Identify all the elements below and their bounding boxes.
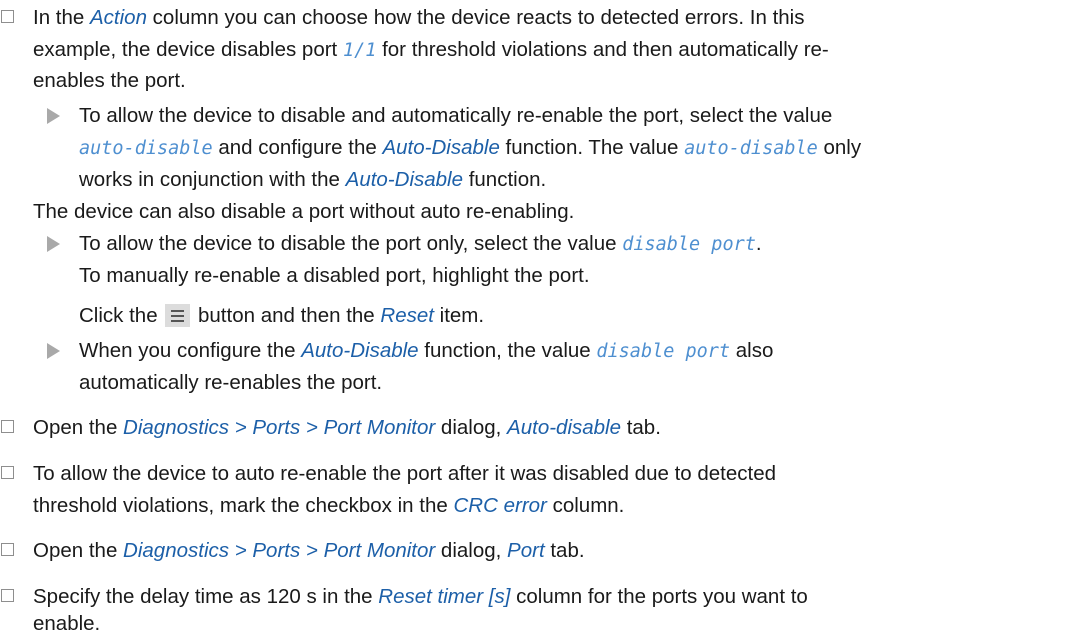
step3-line2: threshold violations, mark the checkbox … (33, 494, 625, 517)
hamburger-menu-icon (165, 304, 191, 327)
bullet3-line1: When you configure the Auto-Disable func… (79, 339, 774, 362)
bullet1-line2: auto-disable and configure the Auto-Disa… (79, 136, 862, 159)
step2-line: Open the Diagnostics > Ports > Port Moni… (33, 416, 661, 439)
bullet3-line2: automatically re-enables the port. (79, 371, 383, 394)
triangle-bullet-icon (47, 236, 60, 252)
checkbox-icon (1, 589, 14, 602)
step5-line2: enable. (33, 612, 101, 635)
note-line: The device can also disable a port witho… (33, 200, 575, 223)
triangle-bullet-icon (47, 343, 60, 359)
step1-line2: example, the device disables port 1/1 fo… (33, 38, 829, 61)
bullet2-line1: To allow the device to disable the port … (79, 232, 762, 255)
bullet1-line3: works in conjunction with the Auto-Disab… (79, 168, 547, 191)
triangle-bullet-icon (47, 108, 60, 124)
bullet2-line2: To manually re-enable a disabled port, h… (79, 264, 590, 287)
checkbox-icon (1, 420, 14, 433)
step1-line3: enables the port. (33, 69, 186, 92)
bullet2-line3: Click the button and then the Reset item… (79, 304, 485, 327)
checkbox-icon (1, 543, 14, 556)
bullet1-line1: To allow the device to disable and autom… (79, 104, 833, 127)
checkbox-icon (1, 10, 14, 23)
step4-line: Open the Diagnostics > Ports > Port Moni… (33, 539, 585, 562)
step5-line1: Specify the delay time as 120 s in the R… (33, 585, 808, 608)
step3-line1: To allow the device to auto re-enable th… (33, 462, 777, 485)
checkbox-icon (1, 466, 14, 479)
step1-line1: In the Action column you can choose how … (33, 6, 805, 29)
